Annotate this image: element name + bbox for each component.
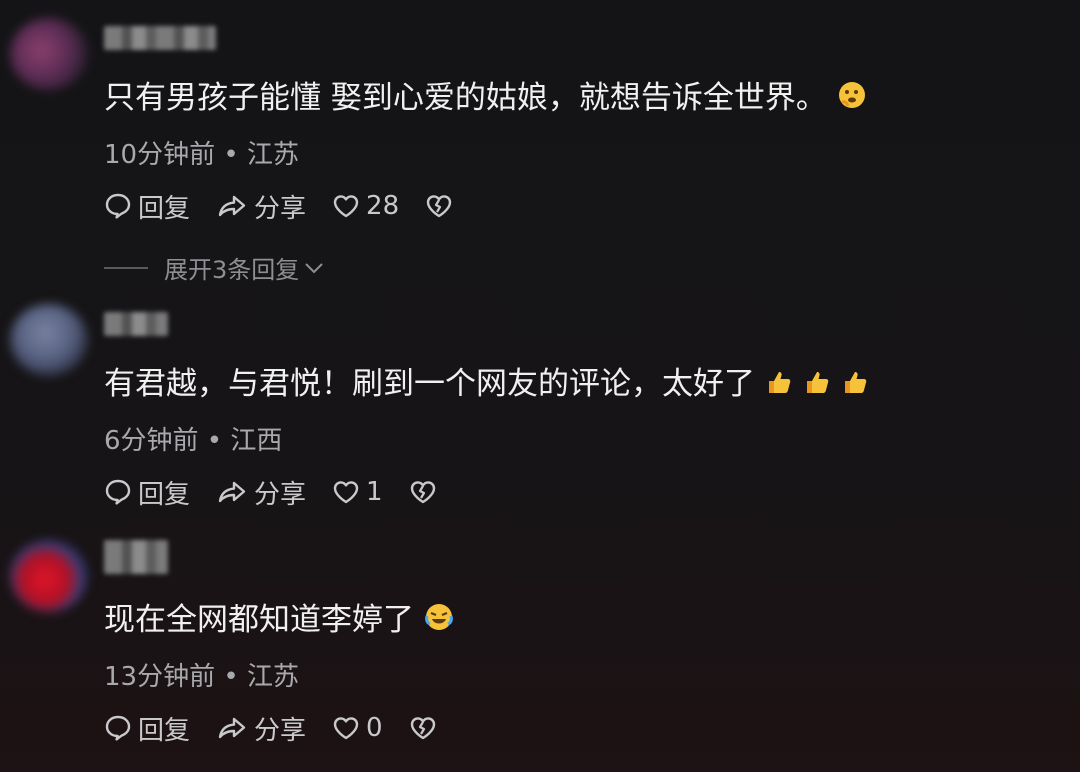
- reply-button[interactable]: 回复: [104, 474, 190, 511]
- divider: [104, 266, 148, 269]
- comment-time: 13分钟前: [104, 662, 216, 692]
- like-button[interactable]: 28: [332, 191, 399, 221]
- comment-time: 6分钟前: [104, 426, 199, 456]
- broken-heart-icon: [425, 193, 453, 219]
- crying-laughing-icon: [424, 602, 454, 642]
- comment-meta: 13分钟前 • 江苏: [104, 662, 299, 692]
- expand-replies-label: 展开3条回复: [164, 256, 300, 284]
- thumbs-up-icon: [765, 366, 793, 406]
- comment-text: 有君越，与君悦！刷到一个网友的评论，太好了: [104, 364, 869, 406]
- comment-actions: 回复 分享 28: [104, 188, 485, 224]
- comment-time: 10分钟前: [104, 140, 216, 170]
- like-count: 28: [366, 191, 400, 221]
- like-count: 1: [366, 477, 383, 507]
- broken-heart-icon: [409, 715, 437, 741]
- username-blurred[interactable]: [104, 312, 168, 336]
- share-label: 分享: [254, 715, 307, 746]
- heart-icon: [332, 479, 360, 505]
- reply-label: 回复: [138, 193, 191, 224]
- reply-button[interactable]: 回复: [104, 710, 190, 747]
- comment-location: 江西: [230, 426, 283, 456]
- share-icon: [216, 192, 248, 220]
- dislike-button[interactable]: [409, 479, 443, 505]
- share-button[interactable]: 分享: [216, 710, 306, 747]
- broken-heart-icon: [409, 479, 437, 505]
- username-blurred[interactable]: [104, 26, 216, 50]
- comment-actions: 回复 分享 0: [104, 710, 469, 746]
- reply-icon: [104, 192, 132, 220]
- comment-text-content: 只有男孩子能懂 娶到心爱的姑娘，就想告诉全世界。: [104, 80, 827, 116]
- avatar[interactable]: [10, 540, 88, 612]
- share-label: 分享: [254, 479, 307, 510]
- like-count: 0: [366, 713, 383, 743]
- heart-icon: [332, 715, 360, 741]
- avatar[interactable]: [10, 304, 88, 376]
- like-button[interactable]: 1: [332, 477, 383, 507]
- comment-text-content: 现在全网都知道李婷了: [104, 602, 414, 638]
- share-button[interactable]: 分享: [216, 188, 306, 225]
- comment-location: 江苏: [246, 662, 299, 692]
- comment-actions: 回复 分享 1: [104, 474, 469, 510]
- comment-location: 江苏: [246, 140, 299, 170]
- comment-meta: 10分钟前 • 江苏: [104, 140, 299, 170]
- share-label: 分享: [254, 193, 307, 224]
- share-icon: [216, 478, 248, 506]
- dislike-button[interactable]: [409, 715, 443, 741]
- share-icon: [216, 714, 248, 742]
- reply-label: 回复: [138, 715, 191, 746]
- reply-button[interactable]: 回复: [104, 188, 190, 225]
- comment-meta: 6分钟前 • 江西: [104, 426, 283, 456]
- share-button[interactable]: 分享: [216, 474, 306, 511]
- dislike-button[interactable]: [425, 193, 459, 219]
- expand-replies-button[interactable]: 展开3条回复: [104, 250, 325, 285]
- chevron-down-icon: [305, 262, 323, 273]
- comment-text: 只有男孩子能懂 娶到心爱的姑娘，就想告诉全世界。: [104, 78, 867, 120]
- like-button[interactable]: 0: [332, 713, 383, 743]
- thumbs-up-icon: [803, 366, 831, 406]
- reply-label: 回复: [138, 479, 191, 510]
- avatar[interactable]: [10, 18, 88, 90]
- comment-text-content: 有君越，与君悦！刷到一个网友的评论，太好了: [104, 366, 755, 402]
- reply-icon: [104, 714, 132, 742]
- reply-icon: [104, 478, 132, 506]
- username-blurred[interactable]: [104, 540, 168, 574]
- thinking-face-icon: [837, 80, 867, 120]
- thumbs-up-icon: [841, 366, 869, 406]
- comment-text: 现在全网都知道李婷了: [104, 600, 454, 642]
- heart-icon: [332, 193, 360, 219]
